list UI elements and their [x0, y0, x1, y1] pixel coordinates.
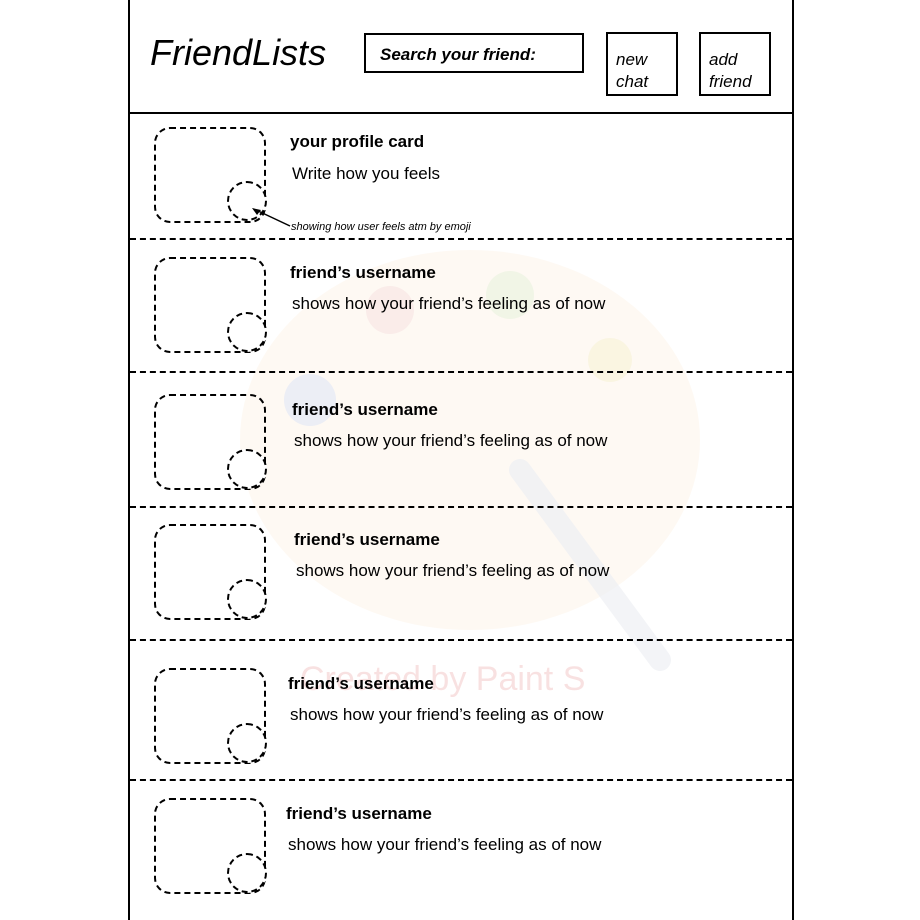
friend-emoji-badge — [227, 579, 267, 619]
friend-emoji-badge — [227, 312, 267, 352]
friend-list-screen: FriendLists Search your friend: new chat… — [128, 0, 794, 920]
annotation-arrow-icon — [252, 208, 291, 227]
profile-card-title: your profile card — [290, 132, 425, 151]
friend-emoji-badge — [227, 853, 267, 893]
add-friend-button[interactable]: add friend — [699, 32, 771, 96]
friend-status: shows how your friend’s feeling as of no… — [288, 835, 602, 854]
friend-status: shows how your friend’s feeling as of no… — [294, 431, 608, 450]
search-input[interactable]: Search your friend: — [364, 33, 584, 73]
search-label: Search your friend: — [380, 45, 536, 64]
friend-status: shows how your friend’s feeling as of no… — [290, 705, 604, 724]
friend-username[interactable]: friend’s username — [290, 263, 436, 283]
header-bar: FriendLists Search your friend: new chat… — [130, 0, 792, 114]
row-divider — [130, 639, 792, 641]
row-divider — [130, 779, 792, 781]
friend-status: shows how your friend’s feeling as of no… — [296, 561, 610, 580]
friend-emoji-badge — [227, 723, 267, 763]
friend-status: shows how your friend’s feeling as of no… — [292, 294, 606, 313]
row-divider — [130, 238, 792, 240]
row-divider — [130, 371, 792, 373]
profile-status-text[interactable]: Write how you feels — [292, 164, 440, 184]
friend-username[interactable]: friend’s username — [292, 400, 438, 420]
new-chat-label: new chat — [616, 50, 649, 91]
row-divider — [130, 506, 792, 508]
friend-username[interactable]: friend’s username — [286, 804, 432, 824]
add-friend-label: add friend — [709, 50, 752, 91]
app-title: FriendLists — [150, 32, 327, 73]
emoji-annotation: showing how user feels atm by emoji — [291, 221, 471, 233]
friend-emoji-badge — [227, 449, 267, 489]
new-chat-button[interactable]: new chat — [606, 32, 678, 96]
friend-username[interactable]: friend’s username — [294, 530, 440, 550]
friend-username[interactable]: friend’s username — [288, 674, 434, 694]
